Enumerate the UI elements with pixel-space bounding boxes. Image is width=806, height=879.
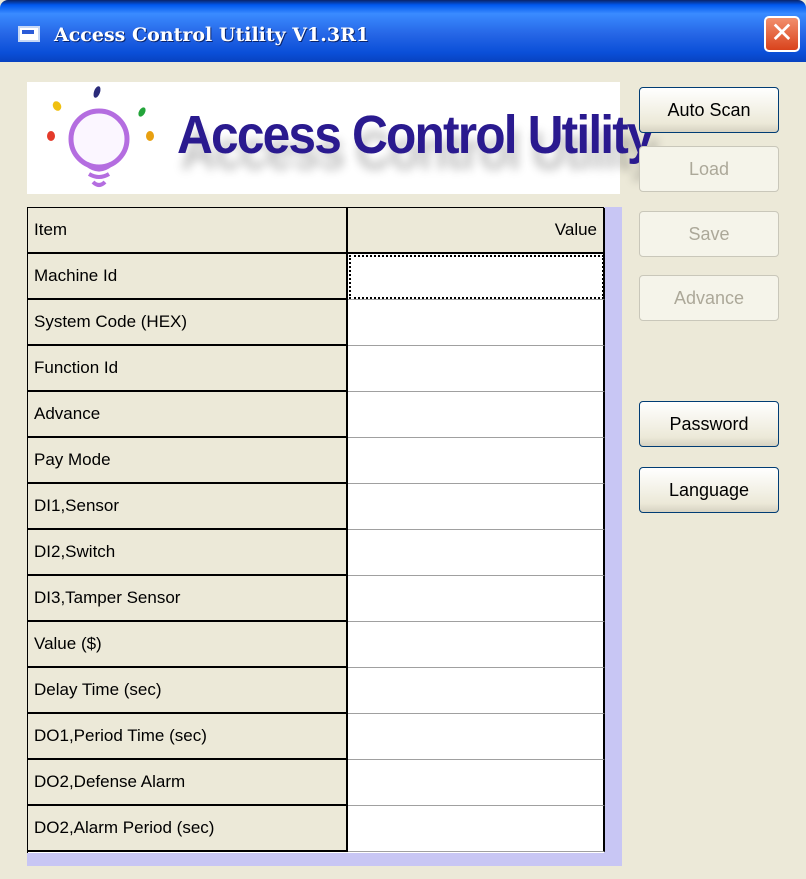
- window-title: Access Control Utility V1.3R1: [54, 24, 370, 46]
- row-label: Function Id: [28, 346, 348, 392]
- row-label: System Code (HEX): [28, 300, 348, 346]
- value-cell[interactable]: [348, 300, 605, 346]
- row-label: DO2,Alarm Period (sec): [28, 806, 348, 852]
- value-cell[interactable]: [348, 576, 605, 622]
- grid-row-do2-alarm-period: DO2,Alarm Period (sec): [28, 806, 605, 852]
- grid-row-pay-mode: Pay Mode: [28, 438, 605, 484]
- auto-scan-button[interactable]: Auto Scan: [639, 87, 779, 133]
- column-header-value[interactable]: Value: [348, 208, 605, 254]
- save-button[interactable]: Save: [639, 211, 779, 257]
- value-cell[interactable]: [348, 714, 605, 760]
- grid-row-value: Value ($): [28, 622, 605, 668]
- row-label: Value ($): [28, 622, 348, 668]
- value-cell[interactable]: [348, 760, 605, 806]
- value-cell[interactable]: [348, 484, 605, 530]
- advance-button[interactable]: Advance: [639, 275, 779, 321]
- row-label: Delay Time (sec): [28, 668, 348, 714]
- language-button[interactable]: Language: [639, 467, 779, 513]
- grid-row-function-id: Function Id: [28, 346, 605, 392]
- title-bar[interactable]: Access Control Utility V1.3R1 ✕: [0, 0, 806, 62]
- row-label: DI1,Sensor: [28, 484, 348, 530]
- grid-row-di1-sensor: DI1,Sensor: [28, 484, 605, 530]
- row-label: DI2,Switch: [28, 530, 348, 576]
- row-label: Pay Mode: [28, 438, 348, 484]
- close-button[interactable]: ✕: [764, 16, 800, 52]
- password-button[interactable]: Password: [639, 401, 779, 447]
- grid-row-di2-switch: DI2,Switch: [28, 530, 605, 576]
- value-cell[interactable]: [348, 806, 605, 852]
- row-label: DO2,Defense Alarm: [28, 760, 348, 806]
- grid-row-di3-tamper: DI3,Tamper Sensor: [28, 576, 605, 622]
- banner-title: Access Control Utility: [177, 105, 655, 165]
- row-label: DI3,Tamper Sensor: [28, 576, 348, 622]
- app-window: Access Control Utility V1.3R1 ✕ Access C…: [0, 0, 806, 879]
- value-cell[interactable]: [348, 668, 605, 714]
- row-label: Machine Id: [28, 254, 348, 300]
- value-cell[interactable]: [348, 392, 605, 438]
- lightbulb-icon: [47, 86, 154, 187]
- grid-row-system-code: System Code (HEX): [28, 300, 605, 346]
- row-label: Advance: [28, 392, 348, 438]
- grid-row-delay-time: Delay Time (sec): [28, 668, 605, 714]
- load-button[interactable]: Load: [639, 146, 779, 192]
- value-cell[interactable]: [348, 254, 605, 300]
- grid-row-do2-defense: DO2,Defense Alarm: [28, 760, 605, 806]
- grid-row-advance: Advance: [28, 392, 605, 438]
- banner-logo: Access Control Utility: [27, 82, 655, 194]
- value-cell[interactable]: [348, 438, 605, 484]
- value-cell[interactable]: [348, 530, 605, 576]
- grid-row-machine-id: Machine Id: [28, 254, 605, 300]
- app-window-icon[interactable]: [18, 26, 40, 42]
- grid-row-do1-period: DO1,Period Time (sec): [28, 714, 605, 760]
- column-header-item[interactable]: Item: [28, 208, 348, 254]
- value-cell[interactable]: [348, 622, 605, 668]
- value-cell[interactable]: [348, 346, 605, 392]
- settings-grid: Item Value Machine Id System Code (HEX) …: [27, 207, 605, 853]
- row-label: DO1,Period Time (sec): [28, 714, 348, 760]
- grid-header-row: Item Value: [28, 208, 605, 254]
